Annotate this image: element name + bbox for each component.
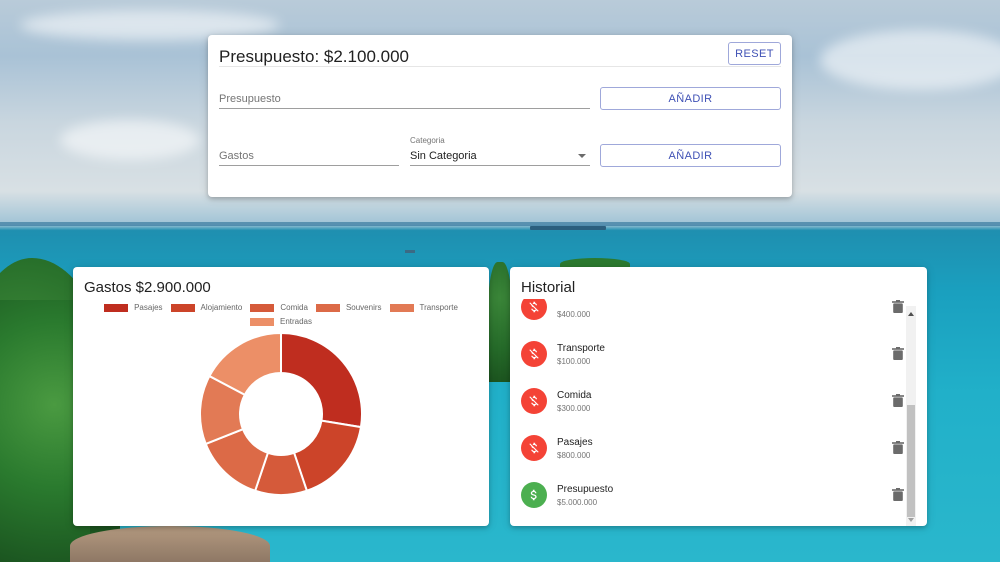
history-item[interactable]: $400.000 [510, 299, 916, 331]
history-list: $400.000 Transporte $100.000 Comida $300.000… [510, 299, 916, 525]
history-item[interactable]: Comida $300.000 [510, 378, 916, 425]
history-item[interactable]: Pasajes $800.000 [510, 425, 916, 472]
history-item[interactable]: Transporte $100.000 [510, 331, 916, 378]
expense-input-placeholder: Gastos [219, 150, 254, 162]
scroll-down-arrow-icon[interactable] [908, 518, 914, 522]
horizon [0, 222, 1000, 226]
beach [70, 526, 270, 562]
history-item-name: Transporte [557, 343, 605, 354]
expense-input[interactable]: Gastos [219, 145, 399, 166]
category-select[interactable]: Categoria Sin Categoria [410, 135, 590, 166]
reset-button[interactable]: RESET [728, 42, 781, 65]
trash-icon[interactable] [892, 488, 904, 501]
category-label: Categoria [410, 136, 445, 145]
ship [530, 226, 606, 230]
budget-title: Presupuesto: $2.100.000 [219, 47, 409, 66]
category-value: Sin Categoria [410, 150, 477, 162]
history-item-name: Presupuesto [557, 484, 614, 495]
dropdown-arrow-icon[interactable] [578, 154, 586, 158]
history-card: Historial $400.000 Transporte $100.000 Comi… [510, 267, 927, 526]
history-item-name: Pasajes [557, 437, 593, 448]
cloud [60, 120, 200, 160]
island [488, 262, 512, 382]
history-item-amount: $400.000 [557, 310, 591, 319]
trash-icon[interactable] [892, 394, 904, 407]
history-scrollbar[interactable] [906, 306, 916, 526]
divider [219, 66, 781, 67]
history-item[interactable]: Presupuesto $5.000.000 [510, 472, 916, 519]
history-item-amount: $300.000 [557, 404, 591, 413]
history-item-amount: $800.000 [557, 451, 591, 460]
budget-input-placeholder: Presupuesto [219, 93, 281, 105]
money-off-icon [521, 435, 547, 461]
trash-icon[interactable] [892, 347, 904, 360]
history-title: Historial [521, 279, 576, 296]
money-icon [521, 482, 547, 508]
donut-slice-pasajes[interactable] [280, 331, 363, 429]
history-item-amount: $5.000.000 [557, 498, 598, 507]
money-off-icon [521, 341, 547, 367]
money-off-icon [521, 388, 547, 414]
cloud [820, 30, 1000, 90]
history-item-name: Comida [557, 390, 592, 401]
trash-icon[interactable] [892, 441, 904, 454]
donut-chart [199, 331, 363, 496]
budget-input[interactable]: Presupuesto [219, 88, 590, 109]
add-budget-button[interactable]: AÑADIR [600, 87, 781, 110]
money-off-icon [521, 299, 547, 320]
scroll-thumb[interactable] [907, 405, 915, 517]
boat [405, 250, 415, 253]
add-expense-button[interactable]: AÑADIR [600, 144, 781, 167]
trash-icon[interactable] [892, 300, 904, 313]
expenses-chart-card: Gastos $2.900.000 Pasajes Alojamiento Comi… [73, 267, 489, 526]
budget-card: Presupuesto: $2.100.000 RESET Presupuest… [208, 35, 792, 197]
history-item-amount: $100.000 [557, 357, 591, 366]
scroll-up-arrow-icon[interactable] [908, 312, 914, 316]
